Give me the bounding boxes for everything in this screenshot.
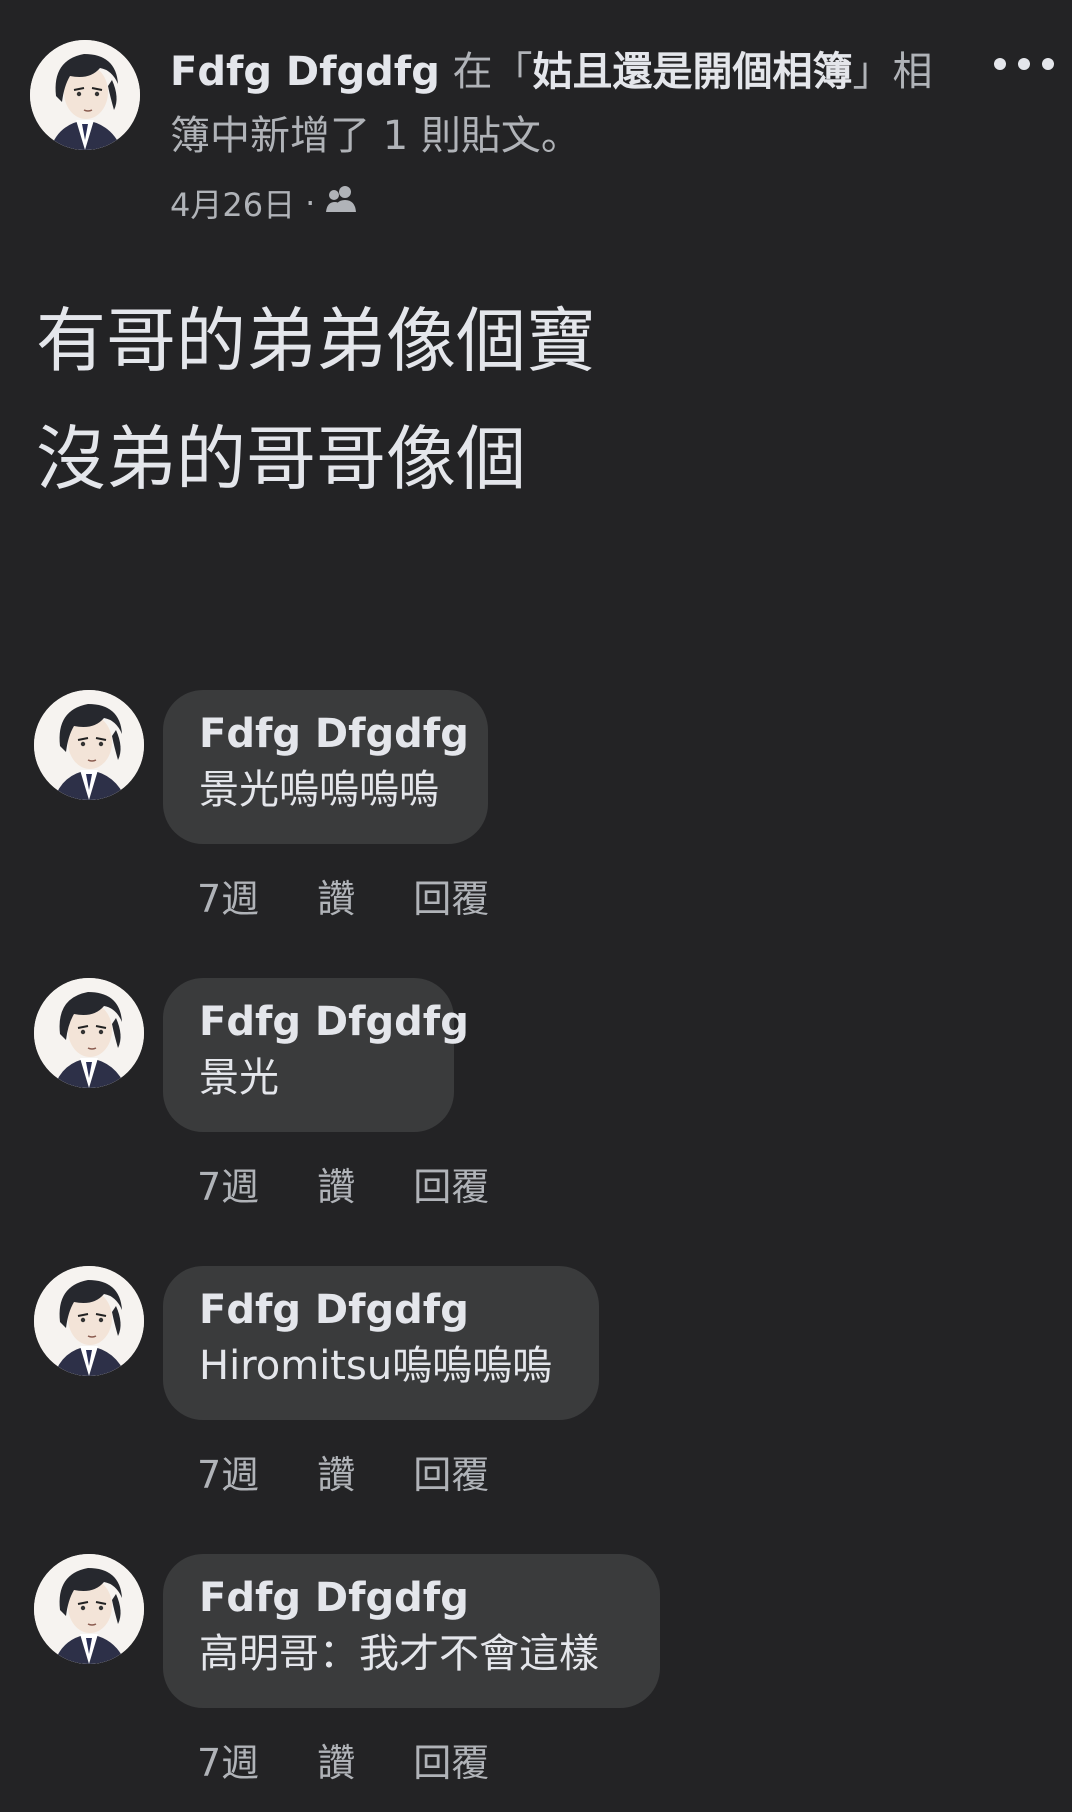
comment-item: Fdfg Dfgdfg Hiromitsu嗚嗚嗚嗚 7週 讚 回覆 [0, 1266, 1072, 1506]
like-button[interactable]: 讚 [317, 1732, 355, 1787]
like-button[interactable]: 讚 [317, 868, 355, 923]
comment-actions: 7週 讚 回覆 [197, 1156, 489, 1211]
comment-actions: 7週 讚 回覆 [197, 1732, 489, 1787]
comment-text: 景光 [199, 1055, 279, 1101]
comment-bubble: Fdfg Dfgdfg Hiromitsu嗚嗚嗚嗚 [163, 1266, 599, 1420]
comment-time[interactable]: 7週 [197, 1156, 259, 1211]
friends-icon[interactable] [325, 184, 359, 222]
commenter-name[interactable]: Fdfg Dfgdfg [199, 1282, 563, 1338]
comment-bubble: Fdfg Dfgdfg 景光 [163, 978, 469, 1132]
commenter-avatar[interactable] [34, 1554, 144, 1664]
post-meta: 4月26日 · [170, 180, 359, 226]
album-link[interactable]: 姑且還是開個相簿 [533, 49, 853, 95]
reply-button[interactable]: 回覆 [413, 868, 489, 923]
comment-text: 高明哥：我才不會這樣 [199, 1631, 599, 1677]
comment-item: Fdfg Dfgdfg 景光嗚嗚嗚嗚 7週 讚 回覆 [0, 690, 1072, 930]
commenter-avatar[interactable] [34, 1266, 144, 1376]
commenter-name[interactable]: Fdfg Dfgdfg [199, 1570, 624, 1626]
reply-button[interactable]: 回覆 [413, 1444, 489, 1499]
comment-item: Fdfg Dfgdfg 景光 7週 讚 回覆 [0, 978, 1072, 1218]
post-body: 有哥的弟弟像個寶 沒弟的哥哥像個 [36, 300, 596, 500]
comment-text: Hiromitsu嗚嗚嗚嗚 [199, 1343, 553, 1389]
more-options-icon[interactable] [994, 44, 1054, 84]
comment-text: 景光嗚嗚嗚嗚 [199, 767, 439, 813]
header-connector: 在「 [439, 49, 533, 95]
post-header-text: Fdfg Dfgdfg 在「姑且還是開個相簿」相簿中新增了 1 則貼文。 [170, 40, 950, 168]
comment-item: Fdfg Dfgdfg 高明哥：我才不會這樣 7週 讚 回覆 [0, 1554, 1072, 1794]
comment-time[interactable]: 7週 [197, 868, 259, 923]
like-button[interactable]: 讚 [317, 1444, 355, 1499]
meta-separator: · [305, 184, 316, 222]
comment-time[interactable]: 7週 [197, 1444, 259, 1499]
post-author-name[interactable]: Fdfg Dfgdfg [170, 49, 440, 95]
post-date[interactable]: 4月26日 [170, 180, 295, 226]
reply-button[interactable]: 回覆 [413, 1156, 489, 1211]
commenter-avatar[interactable] [34, 978, 144, 1088]
comment-actions: 7週 讚 回覆 [197, 1444, 489, 1499]
commenter-name[interactable]: Fdfg Dfgdfg [199, 706, 469, 762]
comment-bubble: Fdfg Dfgdfg 高明哥：我才不會這樣 [163, 1554, 660, 1708]
commenter-avatar[interactable] [34, 690, 144, 800]
comment-time[interactable]: 7週 [197, 1732, 259, 1787]
commenter-name[interactable]: Fdfg Dfgdfg [199, 994, 469, 1050]
post-header: Fdfg Dfgdfg 在「姑且還是開個相簿」相簿中新增了 1 則貼文。 [170, 40, 950, 168]
reply-button[interactable]: 回覆 [413, 1732, 489, 1787]
like-button[interactable]: 讚 [317, 1156, 355, 1211]
author-avatar[interactable] [30, 40, 140, 150]
comment-actions: 7週 讚 回覆 [197, 868, 489, 923]
comment-bubble: Fdfg Dfgdfg 景光嗚嗚嗚嗚 [163, 690, 488, 844]
